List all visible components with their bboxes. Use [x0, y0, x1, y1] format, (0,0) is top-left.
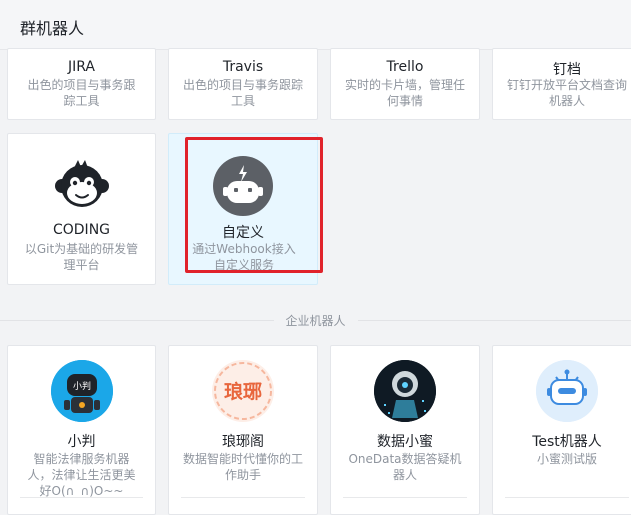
bot-card-dingdang[interactable]: 钉档 钉钉开放平台文档查询机器人 [492, 48, 631, 120]
bot-description: 钉钉开放平台文档查询机器人 [507, 78, 628, 108]
bot-description: 实时的卡片墙，管理任何事情 [345, 78, 466, 108]
bot-description: 小蜜测试版 [536, 452, 597, 466]
bot-card-langyage[interactable]: 琅琊 琅琊阁 数据智能时代懂你的工作助手 [168, 345, 318, 515]
bot-description: 出色的项目与事务跟踪工具 [27, 78, 136, 108]
bot-description: 以Git为基础的研发管理平台 [24, 242, 139, 272]
card-divider [505, 497, 629, 498]
card-divider [20, 497, 143, 498]
law-robot-icon: 小判 [50, 360, 113, 422]
langya-logo-icon: 琅琊 [212, 360, 274, 422]
page-title: 群机器人 [20, 19, 85, 38]
card-divider [181, 497, 305, 498]
bot-name: Test机器人 [532, 434, 602, 450]
monkey-icon [52, 156, 112, 216]
header: 群机器人 [0, 0, 631, 50]
data-assistant-icon [374, 360, 436, 422]
section-label: 企业机器人 [273, 312, 358, 329]
bot-card-jira[interactable]: JIRA 出色的项目与事务跟踪工具 [7, 48, 156, 120]
bot-name: 数据小蜜 [377, 434, 433, 450]
svg-text:小判: 小判 [72, 380, 90, 392]
bot-name: 小判 [67, 434, 96, 450]
bot-name: Trello [386, 59, 424, 75]
bot-name: CODING [52, 222, 111, 238]
bot-card-data-assistant[interactable]: 数据小蜜 OneData数据答疑机器人 [330, 345, 480, 515]
bot-name: JIRA [68, 59, 95, 75]
bot-name: Travis [222, 59, 264, 75]
bot-description: 智能法律服务机器人，法律让生活更美好O(∩_∩)O~~ [27, 452, 136, 498]
bot-name: 钉档 [553, 62, 581, 78]
bot-description: OneData数据答疑机器人 [348, 452, 462, 482]
bot-card-travis[interactable]: Travis 出色的项目与事务跟踪工具 [168, 48, 318, 120]
bot-card-xiaopan[interactable]: 小判 小判 智能法律服务机器人，法律让生活更美好O(∩_∩)O~~ [7, 345, 156, 515]
bot-description: 数据智能时代懂你的工作助手 [183, 452, 304, 482]
bot-card-test[interactable]: Test机器人 小蜜测试版 [492, 345, 631, 515]
bot-card-trello[interactable]: Trello 实时的卡片墙，管理任何事情 [330, 48, 480, 120]
bot-card-coding[interactable]: CODING 以Git为基础的研发管理平台 [7, 133, 156, 285]
test-robot-icon [536, 360, 598, 422]
card-divider [343, 497, 467, 498]
bot-name: 琅琊阁 [222, 434, 264, 450]
bot-description: 出色的项目与事务跟踪工具 [183, 78, 304, 108]
svg-text:琅琊: 琅琊 [224, 380, 262, 403]
selection-highlight-box [185, 137, 323, 273]
